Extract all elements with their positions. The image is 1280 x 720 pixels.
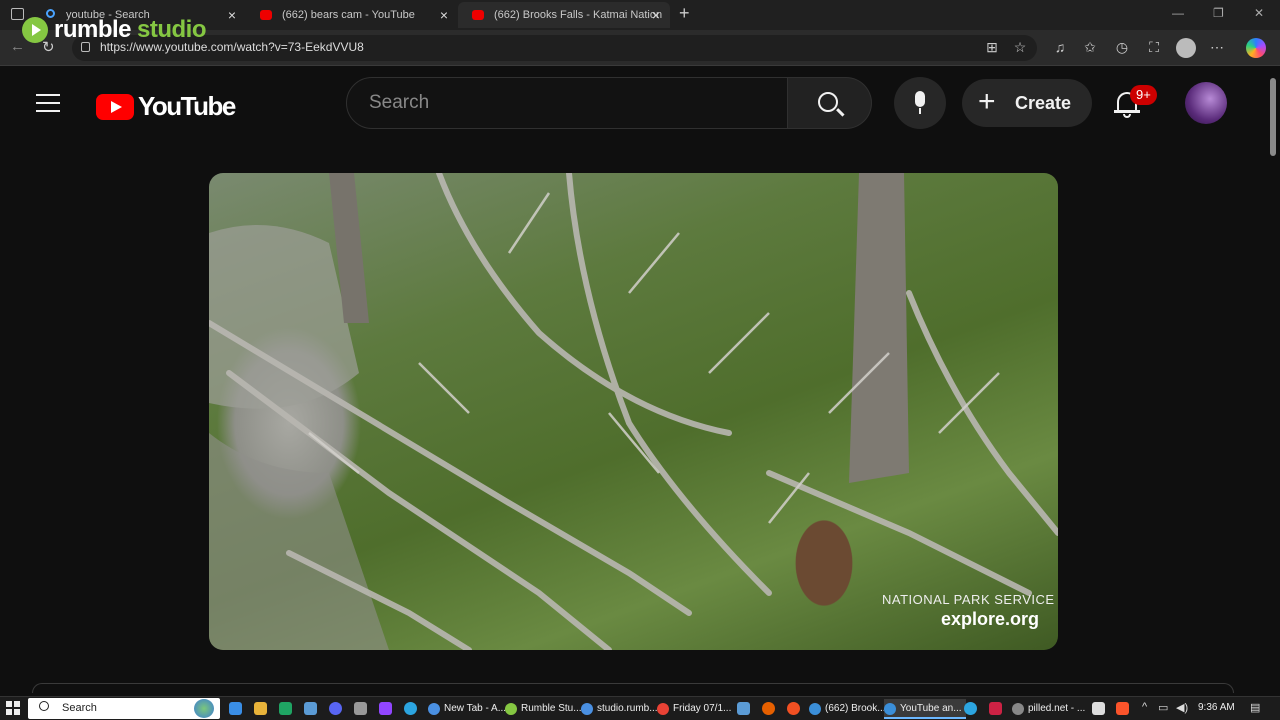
taskbar-app-studio-rumble[interactable]: studio.rumb... bbox=[581, 699, 658, 719]
app-icon[interactable] bbox=[737, 702, 750, 715]
plus-icon: + bbox=[978, 85, 996, 118]
tab-title: (662) Brooks Falls - Katmai Nation bbox=[494, 9, 663, 21]
chrome-icon bbox=[428, 703, 440, 715]
scrollbar-thumb[interactable] bbox=[1270, 78, 1276, 156]
rumble-studio-watermark: rumble studio bbox=[22, 14, 207, 46]
search-placeholder: Search bbox=[369, 92, 430, 113]
favorite-star-icon[interactable]: ☆ bbox=[1012, 39, 1028, 55]
taskbar-app-rumble-studio[interactable]: Rumble Stu... bbox=[505, 699, 582, 719]
chrome-icon bbox=[581, 703, 593, 715]
taskbar-app-friday[interactable]: Friday 07/1... bbox=[657, 699, 731, 719]
video-frame-scene bbox=[209, 173, 1058, 650]
create-label: Create bbox=[1015, 93, 1072, 113]
copilot-taskbar-icon[interactable] bbox=[229, 702, 242, 715]
menu-icon[interactable] bbox=[36, 94, 60, 112]
chrome-icon bbox=[657, 703, 669, 715]
browser-profile-avatar[interactable] bbox=[1176, 38, 1196, 58]
more-options-icon[interactable]: ⋯ bbox=[1209, 39, 1225, 55]
telegram-icon[interactable] bbox=[404, 702, 417, 715]
app-icon[interactable] bbox=[279, 702, 292, 715]
taskbar-search-label: Search bbox=[62, 702, 97, 714]
read-aloud-icon[interactable]: ♫ bbox=[1052, 39, 1068, 55]
chrome-icon bbox=[505, 703, 517, 715]
watermark-nps: NATIONAL PARK SERVICE bbox=[882, 592, 1055, 607]
notification-badge: 9+ bbox=[1130, 85, 1157, 105]
create-button[interactable]: + Create bbox=[962, 79, 1092, 127]
youtube-logo-text: YouTube bbox=[138, 91, 236, 121]
youtube-play-icon bbox=[96, 93, 134, 120]
search-highlight-icon bbox=[194, 699, 214, 718]
copilot-icon[interactable] bbox=[1246, 38, 1266, 58]
address-bar[interactable]: https://www.youtube.com/watch?v=73-EekdV… bbox=[72, 35, 1037, 61]
brand-text-accent: studio bbox=[137, 16, 207, 43]
taskbar-app-pilled[interactable]: pilled.net - ... bbox=[1012, 699, 1085, 719]
minimize-button[interactable]: — bbox=[1172, 6, 1184, 20]
edge-icon bbox=[809, 703, 821, 715]
close-icon[interactable]: × bbox=[652, 2, 660, 28]
telegram-icon[interactable] bbox=[964, 702, 977, 715]
taskbar-app-label: (662) Brook... bbox=[825, 703, 886, 714]
network-icon[interactable]: ▭ bbox=[1158, 701, 1168, 714]
rumble-logo-icon bbox=[22, 17, 48, 43]
taskbar-app-youtube[interactable]: YouTube an... bbox=[884, 699, 966, 719]
notepad-icon[interactable] bbox=[1092, 702, 1105, 715]
youtube-logo[interactable]: YouTube bbox=[96, 91, 236, 122]
taskbar-app-brooks[interactable]: (662) Brook... bbox=[809, 699, 886, 719]
app-icon[interactable] bbox=[989, 702, 1002, 715]
watermark-explore: explore.org bbox=[941, 609, 1040, 629]
search-button[interactable] bbox=[788, 77, 872, 129]
taskbar-app-label: pilled.net - ... bbox=[1028, 703, 1086, 714]
twitch-icon[interactable] bbox=[379, 702, 392, 715]
search-input[interactable]: Search bbox=[346, 77, 788, 129]
notifications-icon[interactable]: ▤ bbox=[1250, 701, 1260, 714]
microphone-icon bbox=[915, 91, 925, 107]
search-icon bbox=[818, 92, 838, 112]
browser-icon bbox=[1012, 703, 1024, 715]
youtube-icon bbox=[472, 10, 484, 20]
close-icon[interactable]: × bbox=[440, 2, 448, 28]
new-tab-button[interactable]: + bbox=[679, 3, 690, 24]
voice-search-button[interactable] bbox=[894, 77, 946, 129]
taskbar-clock[interactable]: 9:36 AM bbox=[1198, 702, 1235, 713]
close-icon[interactable]: × bbox=[228, 2, 236, 28]
browser-tab-brooks-falls[interactable]: (662) Brooks Falls - Katmai Nation × bbox=[458, 2, 670, 28]
taskbar-app-label: New Tab - A... bbox=[444, 703, 507, 714]
maximize-button[interactable]: ❐ bbox=[1213, 6, 1224, 20]
taskbar-app-label: Friday 07/1... bbox=[673, 703, 732, 714]
browser-tab-bears-cam[interactable]: (662) bears cam - YouTube × bbox=[246, 2, 458, 28]
app-available-icon[interactable]: ⊞ bbox=[984, 39, 1000, 55]
windows-start-icon[interactable] bbox=[6, 701, 20, 715]
close-window-button[interactable]: ✕ bbox=[1254, 6, 1264, 20]
volume-icon[interactable]: ◀) bbox=[1176, 701, 1188, 714]
app-icon[interactable] bbox=[787, 702, 800, 715]
taskbar-app-label: YouTube an... bbox=[900, 703, 962, 714]
taskbar-app-label: Rumble Stu... bbox=[521, 703, 582, 714]
screenshot-icon[interactable]: ⛶ bbox=[1146, 39, 1162, 55]
app-icon[interactable] bbox=[304, 702, 317, 715]
video-below-panel bbox=[32, 683, 1234, 693]
search-icon bbox=[39, 701, 49, 711]
brand-text: rumble bbox=[54, 16, 132, 43]
edge-icon bbox=[884, 703, 896, 715]
app-icon[interactable] bbox=[354, 702, 367, 715]
page-scrollbar[interactable] bbox=[1268, 66, 1280, 696]
history-icon[interactable]: ◷ bbox=[1114, 39, 1130, 55]
avatar[interactable] bbox=[1185, 82, 1227, 124]
file-explorer-icon[interactable] bbox=[254, 702, 267, 715]
brave-icon[interactable] bbox=[1116, 702, 1129, 715]
firefox-icon[interactable] bbox=[762, 702, 775, 715]
windows-taskbar: Search New Tab - A... Rumble Stu... stud… bbox=[0, 696, 1280, 720]
discord-icon[interactable] bbox=[329, 702, 342, 715]
taskbar-app-label: studio.rumb... bbox=[597, 703, 658, 714]
video-player[interactable]: NATIONAL PARK SERVICE explore.org bbox=[209, 173, 1058, 650]
tab-title: (662) bears cam - YouTube bbox=[282, 9, 415, 21]
taskbar-app-new-tab[interactable]: New Tab - A... bbox=[428, 699, 506, 719]
favorites-icon[interactable]: ✩ bbox=[1082, 39, 1098, 55]
show-hidden-icons-icon[interactable]: ^ bbox=[1142, 701, 1147, 713]
taskbar-search-box[interactable]: Search bbox=[28, 698, 220, 719]
youtube-icon bbox=[260, 10, 272, 20]
youtube-header: YouTube Search + Create 9+ bbox=[0, 66, 1268, 142]
